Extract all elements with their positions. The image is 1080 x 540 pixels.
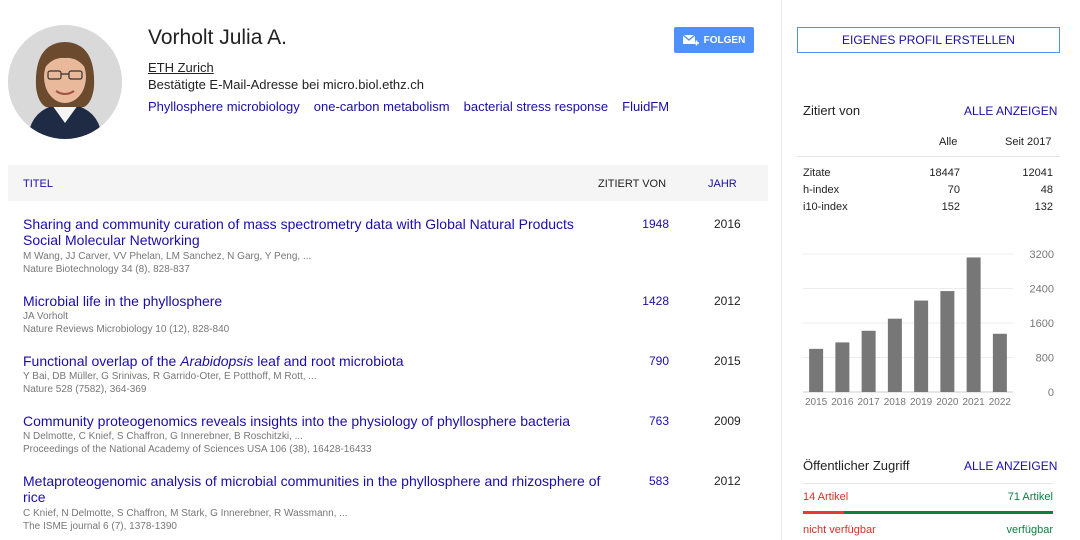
bar-2016[interactable] — [835, 342, 850, 392]
available-count[interactable]: 71 Artikel — [953, 491, 1053, 503]
stats-label: Zitate — [803, 167, 831, 179]
research-interests: Phyllosphere microbiology one-carbon met… — [148, 99, 669, 114]
article-authors: Y Bai, DB Müller, G Srinivas, R Garrido-… — [23, 371, 317, 382]
follow-mail-icon — [682, 34, 699, 46]
available-label: verfügbar — [1006, 524, 1053, 536]
bar-2017[interactable] — [861, 330, 876, 392]
article-year: 2016 — [714, 217, 741, 231]
article-title[interactable]: Microbial life in the phyllosphere — [23, 293, 613, 309]
stats-since: 12041 — [1022, 167, 1053, 179]
sort-by-title[interactable]: TITEL — [23, 178, 53, 190]
cited-by-count[interactable]: 1948 — [623, 217, 669, 231]
follow-button[interactable]: FOLGEN — [674, 27, 754, 53]
sort-by-year[interactable]: JAHR — [708, 178, 737, 190]
stats-label: h-index — [803, 184, 840, 196]
y-tick-label: 2400 — [1030, 284, 1054, 296]
article-authors: JA Vorholt — [23, 311, 69, 322]
bar-2018[interactable] — [887, 318, 902, 392]
article-venue: Nature Reviews Microbiology 10 (12), 828… — [23, 324, 230, 335]
x-tick-label: 2016 — [831, 397, 854, 408]
x-tick-label: 2019 — [910, 397, 933, 408]
article-year: 2015 — [714, 354, 741, 368]
interest-link[interactable]: one-carbon metabolism — [314, 99, 450, 114]
bar-2020[interactable] — [940, 291, 955, 392]
public-access-view-all[interactable]: ALLE ANZEIGEN — [964, 459, 1057, 473]
stats-label: i10-index — [803, 201, 848, 213]
profile-name: Vorholt Julia A. — [148, 26, 287, 49]
x-tick-label: 2017 — [858, 397, 881, 408]
col-all: Alle — [939, 136, 958, 148]
stats-row: Zitate 18447 12041 — [797, 167, 1060, 183]
cited-by-title: Zitiert von — [803, 103, 861, 118]
article-year: 2009 — [714, 414, 741, 428]
article-year: 2012 — [714, 474, 741, 488]
stats-row: h-index 70 48 — [797, 184, 1060, 200]
public-access-bar — [803, 511, 1053, 514]
bar-2019[interactable] — [914, 300, 929, 392]
x-tick-label: 2022 — [989, 397, 1012, 408]
public-access-title: Öffentlicher Zugriff — [803, 458, 910, 473]
article-venue: Proceedings of the National Academy of S… — [23, 444, 372, 455]
article-title[interactable]: Sharing and community curation of mass s… — [23, 216, 613, 248]
sort-by-cited[interactable]: ZITIERT VON — [598, 178, 666, 190]
y-tick-label: 0 — [1048, 387, 1054, 399]
email-status: Bestätigte E-Mail-Adresse bei micro.biol… — [148, 77, 425, 92]
public-access-bar-unavailable — [803, 511, 845, 514]
title-part: Functional overlap of the — [23, 353, 181, 369]
cited-by-view-all[interactable]: ALLE ANZEIGEN — [964, 104, 1057, 118]
unavailable-count[interactable]: 14 Artikel — [803, 491, 848, 503]
bar-2021[interactable] — [966, 257, 981, 392]
bar-2022[interactable] — [992, 333, 1007, 392]
article-venue: Nature Biotechnology 34 (8), 828-837 — [23, 264, 190, 275]
avatar — [8, 25, 122, 139]
stats-divider — [797, 156, 1060, 157]
stats-all: 18447 — [929, 167, 960, 179]
public-access-divider — [803, 483, 1053, 484]
y-tick-label: 1600 — [1030, 318, 1054, 330]
col-since: Seit 2017 — [1005, 136, 1052, 148]
stats-all: 70 — [947, 184, 960, 196]
article-title[interactable]: Functional overlap of the Arabidopsis le… — [23, 353, 613, 369]
stats-row: i10-index 152 132 — [797, 201, 1060, 217]
x-tick-label: 2015 — [805, 397, 828, 408]
article-authors: N Delmotte, C Knief, S Chaffron, G Inner… — [23, 431, 303, 442]
create-profile-button[interactable]: EIGENES PROFIL ERSTELLEN — [797, 27, 1060, 53]
unavailable-label: nicht verfügbar — [803, 524, 876, 536]
interest-link[interactable]: FluidFM — [622, 99, 669, 114]
article-year: 2012 — [714, 294, 741, 308]
bar-2015[interactable] — [809, 348, 824, 392]
cited-by-count[interactable]: 790 — [623, 354, 669, 368]
stats-since: 48 — [1040, 184, 1053, 196]
cited-by-count[interactable]: 583 — [623, 474, 669, 488]
article-authors: C Knief, N Delmotte, S Chaffron, M Stark… — [23, 508, 348, 519]
article-authors: M Wang, JJ Carver, VV Phelan, LM Sanchez… — [23, 251, 312, 262]
interest-link[interactable]: bacterial stress response — [464, 99, 609, 114]
stats-all: 152 — [941, 201, 960, 213]
stats-since: 132 — [1034, 201, 1053, 213]
articles-table-header: TITEL ZITIERT VON JAHR — [8, 165, 768, 201]
cited-by-count[interactable]: 763 — [623, 414, 669, 428]
title-part: leaf and root microbiota — [253, 353, 404, 369]
interest-link[interactable]: Phyllosphere microbiology — [148, 99, 300, 114]
article-venue: The ISME journal 6 (7), 1378-1390 — [23, 521, 177, 532]
follow-label: FOLGEN — [703, 34, 746, 46]
citations-per-year-chart: 0 800 1600 2400 3200 2015 2016 2017 2018 2019 2020… — [803, 249, 1054, 408]
article-venue: Nature 528 (7582), 364-369 — [23, 384, 147, 395]
affiliation-link[interactable]: ETH Zurich — [148, 60, 214, 75]
y-tick-label: 3200 — [1030, 249, 1054, 261]
article-title[interactable]: Metaproteogenomic analysis of microbial … — [23, 473, 613, 505]
title-italic: Arabidopsis — [180, 353, 254, 369]
y-tick-label: 800 — [1036, 353, 1054, 365]
column-divider — [781, 0, 782, 540]
x-tick-label: 2018 — [884, 397, 907, 408]
cited-by-count[interactable]: 1428 — [623, 294, 669, 308]
x-tick-label: 2020 — [936, 397, 959, 408]
x-tick-label: 2021 — [963, 397, 986, 408]
article-title[interactable]: Community proteogenomics reveals insight… — [23, 413, 613, 429]
